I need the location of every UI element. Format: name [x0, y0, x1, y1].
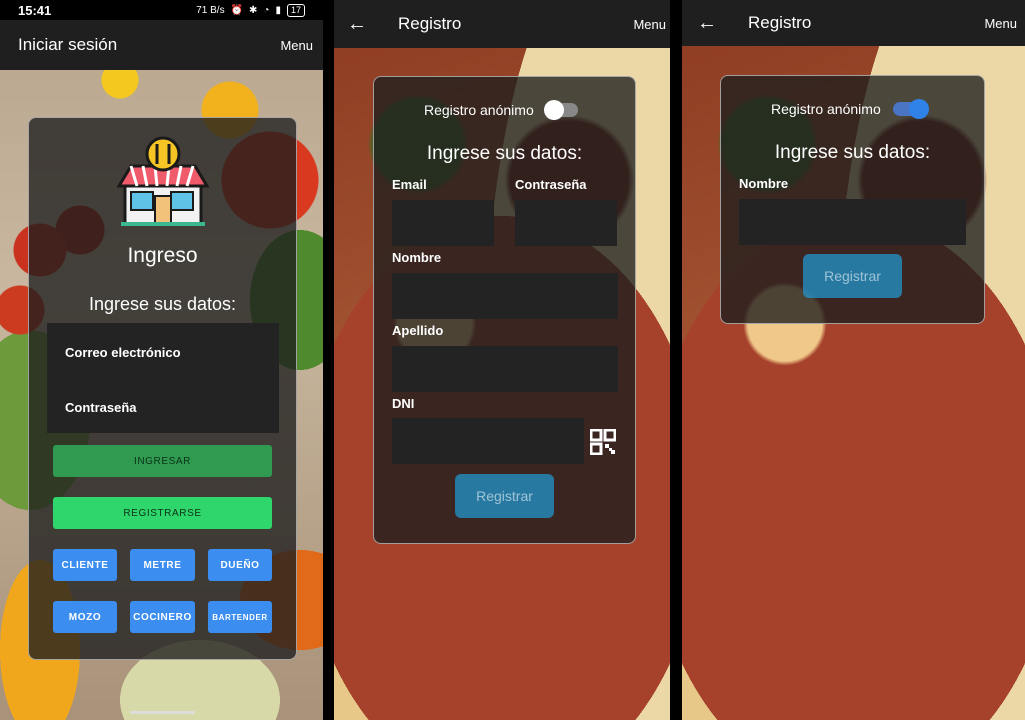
credentials-box: Correo electrónico Contraseña [47, 323, 279, 433]
anon-toggle-label: Registro anónimo [424, 102, 534, 118]
signal-icon: ▮ [275, 4, 281, 16]
surname-input[interactable] [392, 346, 618, 392]
password-label: Contraseña [515, 177, 587, 192]
register-screen: ← Registro Menu Registro anónimo Ingrese… [334, 0, 670, 720]
login-button[interactable]: INGRESAR [53, 445, 272, 477]
password-input[interactable] [515, 200, 617, 246]
status-bar: 15:41 71 B/s ⏰ ✱ ◔ ▮ 17 [0, 0, 323, 20]
back-arrow-icon[interactable]: ← [696, 12, 718, 35]
login-card: Ingreso Ingrese sus datos: Correo electr… [28, 117, 297, 660]
role-cliente-button[interactable]: CLIENTE [53, 549, 117, 581]
menu-button[interactable]: Menu [280, 38, 313, 53]
page-title: Registro [748, 13, 812, 32]
net-speed: 71 B/s [196, 4, 225, 16]
register-button[interactable]: REGISTRARSE [53, 497, 272, 529]
status-time: 15:41 [18, 2, 52, 18]
dni-input[interactable] [392, 418, 584, 464]
name-input[interactable] [392, 273, 618, 319]
battery-icon: 17 [286, 3, 305, 17]
back-arrow-icon[interactable]: ← [346, 13, 368, 36]
role-metre-button[interactable]: METRE [130, 549, 195, 581]
app-bar: Iniciar sesión Menu [0, 20, 323, 70]
register-heading: Ingrese sus datos: [426, 143, 583, 164]
app-comparison: 15:41 71 B/s ⏰ ✱ ◔ ▮ 17 Iniciar sesión M… [0, 0, 1025, 720]
register-heading: Ingrese sus datos: [774, 142, 931, 163]
qr-code-icon[interactable] [590, 429, 616, 455]
email-label: Email [392, 177, 427, 192]
wifi-icon: ◔ [263, 4, 270, 16]
menu-button[interactable]: Menu [984, 16, 1017, 31]
role-mozo-button[interactable]: MOZO [53, 601, 117, 633]
role-bartender-button[interactable]: BARTENDER [208, 601, 272, 633]
anon-toggle-row: Registro anónimo [771, 99, 929, 119]
alarm-icon: ⏰ [230, 4, 244, 16]
login-screen: 15:41 71 B/s ⏰ ✱ ◔ ▮ 17 Iniciar sesión M… [0, 0, 323, 720]
gesture-nav-bar[interactable] [130, 711, 195, 714]
email-field[interactable]: Correo electrónico [65, 345, 181, 360]
role-cocinero-button[interactable]: COCINERO [130, 601, 195, 633]
anon-toggle-switch[interactable] [543, 100, 578, 120]
dni-label: DNI [392, 396, 415, 411]
register-card: Registro anónimo Ingrese sus datos: Emai… [373, 76, 636, 544]
status-icons: 71 B/s ⏰ ✱ ◔ ▮ 17 [196, 3, 305, 17]
name-label: Nombre [739, 176, 789, 191]
bluetooth-icon: ✱ [249, 4, 258, 16]
name-label: Nombre [392, 250, 442, 265]
register-anon-screen: ← Registro Menu Registro anónimo Ingrese… [682, 0, 1025, 720]
submit-register-button[interactable]: Registrar [455, 474, 554, 518]
surname-label: Apellido [392, 323, 444, 338]
password-field[interactable]: Contraseña [65, 400, 137, 415]
app-bar: ← Registro Menu [682, 0, 1025, 46]
login-subheading: Ingrese sus datos: [88, 294, 237, 314]
anon-toggle-label: Registro anónimo [771, 101, 881, 117]
role-dueno-button[interactable]: DUEÑO [208, 549, 272, 581]
login-heading: Ingreso [127, 244, 198, 267]
restaurant-logo-icon [117, 136, 209, 226]
page-title: Iniciar sesión [18, 35, 118, 54]
menu-button[interactable]: Menu [633, 17, 666, 32]
email-input[interactable] [392, 200, 494, 246]
register-anon-card: Registro anónimo Ingrese sus datos: Nomb… [720, 75, 985, 324]
page-title: Registro [398, 14, 462, 33]
name-input[interactable] [739, 199, 966, 245]
anon-toggle-row: Registro anónimo [424, 100, 578, 120]
submit-register-button[interactable]: Registrar [803, 254, 902, 298]
app-bar: ← Registro Menu [334, 0, 670, 48]
anon-toggle-switch[interactable] [892, 99, 929, 119]
